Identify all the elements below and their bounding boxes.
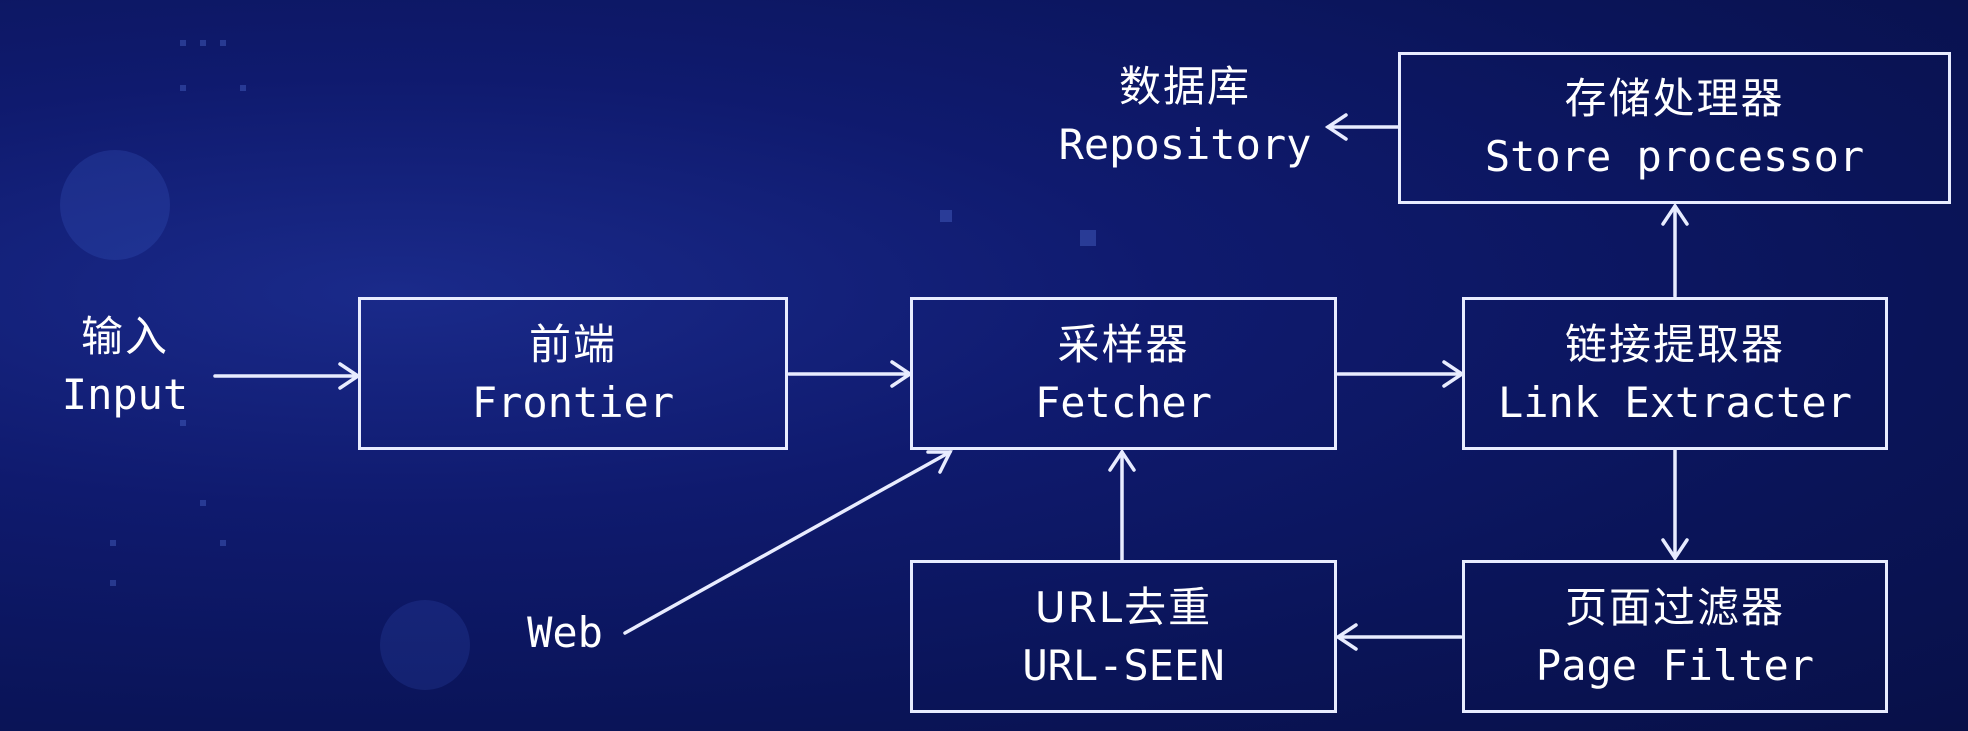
frontier-en: Frontier <box>471 377 675 427</box>
fetcher-box: 采样器 Fetcher <box>910 297 1337 450</box>
input-label-en: Input <box>61 370 189 419</box>
fetcher-en: Fetcher <box>1034 377 1212 427</box>
store-processor-en: Store processor <box>1484 132 1865 181</box>
frontier-zh: 前端 <box>528 319 617 369</box>
link-extracter-box: 链接提取器 Link Extracter <box>1462 297 1888 450</box>
url-seen-box: URL去重 URL-SEEN <box>910 560 1337 713</box>
page-filter-box: 页面过滤器 Page Filter <box>1462 560 1888 713</box>
input-label-zh: 输入 <box>80 312 169 361</box>
repository-label: 数据库 Repository <box>1040 58 1330 174</box>
store-processor-box: 存储处理器 Store processor <box>1398 52 1951 204</box>
page-filter-en: Page Filter <box>1535 640 1815 690</box>
link-extracter-zh: 链接提取器 <box>1564 319 1785 369</box>
web-label: Web <box>527 608 603 657</box>
url-seen-zh: URL去重 <box>1034 582 1213 632</box>
page-filter-zh: 页面过滤器 <box>1564 582 1785 632</box>
repository-label-zh: 数据库 <box>1118 62 1251 111</box>
frontier-box: 前端 Frontier <box>358 297 788 450</box>
store-processor-zh: 存储处理器 <box>1564 74 1785 123</box>
arrow-web-fetcher <box>623 450 952 635</box>
link-extracter-en: Link Extracter <box>1497 377 1852 427</box>
fetcher-zh: 采样器 <box>1057 319 1190 369</box>
url-seen-en: URL-SEEN <box>1022 640 1225 690</box>
repository-label-en: Repository <box>1058 120 1312 169</box>
input-label: 输入 Input <box>40 308 210 424</box>
